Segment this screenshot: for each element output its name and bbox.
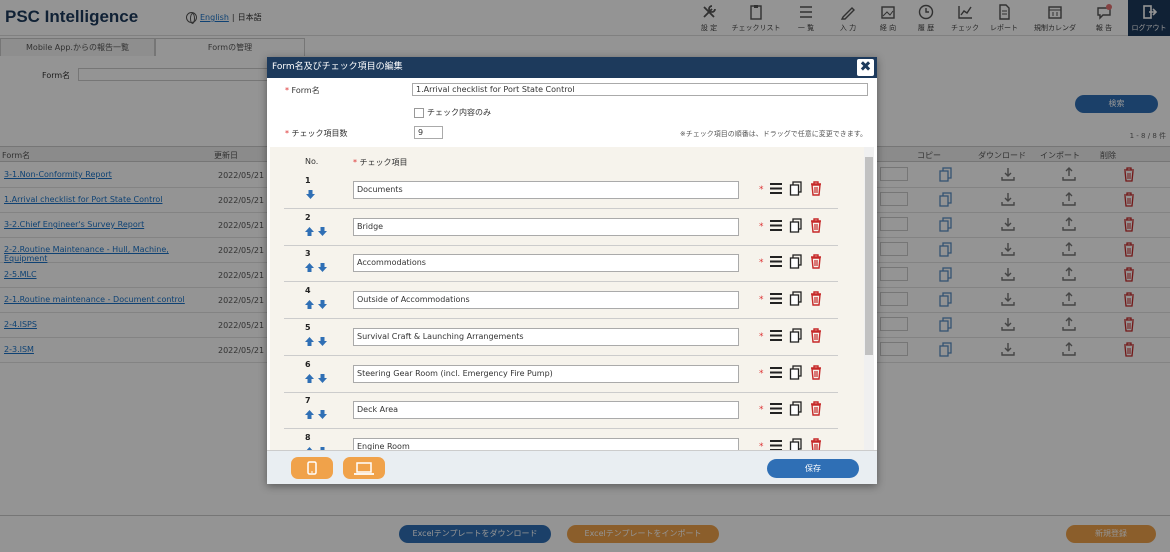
duplicate-icon[interactable] [789,218,803,233]
arrow-up-icon[interactable] [304,409,315,420]
arrow-down-icon[interactable] [317,336,328,347]
item-number: 7 [305,396,311,406]
required-mark: * [759,331,764,342]
required-mark: * [759,441,764,450]
form-name-label: * Form名 [285,85,320,96]
form-name-label-text: Form名 [291,86,320,95]
item-number: 5 [305,322,311,332]
check-item-row[interactable]: 2 Bridge * [270,209,838,246]
drag-handle-icon[interactable] [769,218,783,233]
duplicate-icon[interactable] [789,181,803,196]
item-number: 6 [305,359,311,369]
required-mark: * [759,405,764,416]
edit-form-modal: Form名及びチェック項目の編集 ✖ * Form名 1.Arrival che… [267,57,877,484]
check-item-row[interactable]: 3 Accommodations * [270,245,838,283]
required-mark: * [285,129,289,138]
required-mark: * [285,86,289,95]
check-item-row[interactable]: 5 Survival Craft & Launching Arrangements… [270,319,838,356]
form-name-input[interactable]: 1.Arrival checklist for Port State Contr… [412,83,868,96]
drag-handle-icon[interactable] [769,365,783,380]
trash-icon[interactable] [809,328,823,343]
required-mark: * [759,221,764,232]
arrow-up-icon[interactable] [304,226,315,237]
trash-icon[interactable] [809,291,823,306]
scrollbar-thumb[interactable] [865,157,873,355]
col-check-item: * チェック項目 [353,157,408,168]
items-table: No. * チェック項目 1 Documents * 2 Bridge * 3 Accommo… [270,147,874,450]
check-item-row[interactable]: 6 Steering Gear Room (incl. Emergency Fir… [270,356,838,393]
trash-icon[interactable] [809,438,823,450]
check-only-label: チェック内容のみ [427,108,491,117]
arrow-up-icon[interactable] [304,262,315,273]
required-mark: * [759,258,764,269]
duplicate-icon[interactable] [789,254,803,270]
required-mark: * [353,158,357,167]
duplicate-icon[interactable] [789,401,803,416]
mobile-preview-button[interactable] [291,457,333,479]
check-only-checkbox[interactable] [414,108,424,118]
arrow-down-icon[interactable] [317,226,328,237]
check-item-row[interactable]: 7 Deck Area * [270,392,838,430]
arrow-up-icon[interactable] [304,336,315,347]
item-number: 4 [305,286,311,296]
check-item-input[interactable]: Bridge [353,217,739,236]
item-count-input[interactable]: 9 [414,126,443,139]
check-item-input[interactable]: Deck Area [353,401,739,420]
check-item-input[interactable]: Accommodations [353,254,739,273]
check-item-row[interactable]: 1 Documents * [270,172,838,209]
modal-title: Form名及びチェック項目の編集 [267,57,877,78]
trash-icon[interactable] [809,217,823,233]
trash-icon[interactable] [809,401,823,416]
mobile-icon [307,461,317,475]
item-number: 3 [305,249,311,259]
check-item-input[interactable]: Survival Craft & Launching Arrangements [353,327,739,346]
duplicate-icon[interactable] [789,364,803,380]
check-item-input[interactable]: Outside of Accommodations [353,291,739,310]
arrow-down-icon[interactable] [317,262,328,273]
drag-handle-icon[interactable] [769,254,783,269]
modal-footer: 保存 [267,450,877,484]
duplicate-icon[interactable] [789,438,803,450]
col-check-item-text: チェック項目 [359,158,408,167]
required-mark: * [759,368,764,379]
duplicate-icon[interactable] [789,328,803,343]
arrow-up-icon[interactable] [304,373,315,384]
trash-icon[interactable] [809,181,823,196]
item-number: 2 [305,212,311,222]
arrow-down-icon[interactable] [317,373,328,384]
check-item-row[interactable]: 8 Engine Room * [270,429,838,450]
drag-hint: ※チェック項目の順番は、ドラッグで任意に変更できます。 [679,130,867,138]
arrow-down-icon[interactable] [305,189,316,200]
check-item-input[interactable]: Steering Gear Room (incl. Emergency Fire… [353,364,739,383]
required-mark: * [759,295,764,306]
trash-icon[interactable] [809,254,823,270]
laptop-icon [354,462,374,475]
check-item-input[interactable]: Documents [353,181,739,199]
count-label-text: チェック項目数 [291,129,348,138]
drag-handle-icon[interactable] [769,291,783,306]
drag-handle-icon[interactable] [769,181,783,196]
arrow-up-icon[interactable] [304,299,315,310]
count-label: * チェック項目数 [285,128,348,139]
drag-handle-icon[interactable] [769,438,783,450]
trash-icon[interactable] [809,364,823,380]
arrow-down-icon[interactable] [317,299,328,310]
pc-preview-button[interactable] [343,457,385,479]
item-number: 8 [305,432,311,442]
check-item-input[interactable]: Engine Room [353,437,739,450]
close-icon[interactable]: ✖ [857,59,874,76]
app-root: PSC Intelligence English | 日本語 設 定チェックリス… [0,0,1170,552]
item-number: 1 [305,176,311,185]
save-button[interactable]: 保存 [767,459,859,478]
drag-handle-icon[interactable] [769,401,783,416]
drag-handle-icon[interactable] [769,328,783,343]
required-mark: * [759,185,764,195]
check-item-row[interactable]: 4 Outside of Accommodations * [270,282,838,320]
arrow-down-icon[interactable] [317,409,328,420]
duplicate-icon[interactable] [789,291,803,306]
items-scrollbar[interactable] [864,147,874,450]
col-no: No. [305,157,319,166]
